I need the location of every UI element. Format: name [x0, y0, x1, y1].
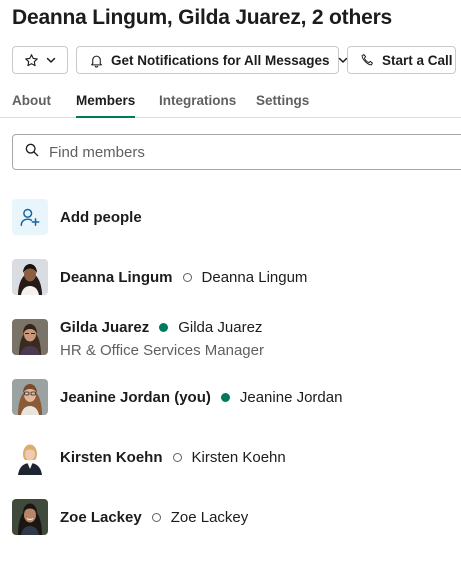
- add-person-icon: [12, 199, 48, 235]
- member-row[interactable]: Kirsten Koehn Kirsten Koehn: [12, 439, 286, 475]
- member-name: Gilda Juarez: [60, 319, 150, 336]
- avatar[interactable]: [12, 499, 48, 535]
- star-button[interactable]: [12, 46, 68, 74]
- member-info: Gilda Juarez Gilda Juarez HR & Office Se…: [60, 319, 264, 359]
- member-display-name: Deanna Lingum: [201, 268, 308, 286]
- member-info: Kirsten Koehn Kirsten Koehn: [60, 439, 286, 475]
- avatar[interactable]: [12, 379, 48, 415]
- phone-icon: [360, 53, 374, 67]
- avatar[interactable]: [12, 439, 48, 475]
- presence-away-icon: [172, 452, 182, 462]
- add-people-button[interactable]: Add people: [12, 199, 142, 235]
- member-display-name: Jeanine Jordan: [239, 388, 343, 406]
- search-input[interactable]: [49, 143, 429, 161]
- member-name: Kirsten Koehn: [60, 448, 163, 466]
- member-row[interactable]: Deanna Lingum Deanna Lingum: [12, 259, 307, 295]
- start-call-button[interactable]: Start a Call: [347, 46, 456, 74]
- tab-about[interactable]: About: [12, 93, 51, 108]
- member-row[interactable]: Jeanine Jordan (you) Jeanine Jordan: [12, 379, 342, 415]
- member-name: Jeanine Jordan (you): [60, 388, 211, 406]
- member-name: Deanna Lingum: [60, 268, 173, 286]
- avatar[interactable]: [12, 259, 48, 295]
- tab-bar: About Members Integrations Settings: [0, 86, 461, 118]
- member-name: Zoe Lackey: [60, 508, 142, 526]
- chevron-down-icon: [46, 55, 56, 65]
- notifications-label: Get Notifications for All Messages: [111, 52, 330, 68]
- bell-icon: [89, 53, 104, 68]
- member-title: HR & Office Services Manager: [60, 342, 264, 359]
- member-search[interactable]: [12, 134, 461, 170]
- search-icon: [24, 142, 40, 163]
- member-row[interactable]: Zoe Lackey Zoe Lackey: [12, 499, 248, 535]
- tab-settings[interactable]: Settings: [256, 93, 309, 108]
- add-people-label: Add people: [60, 208, 142, 226]
- member-info: Deanna Lingum Deanna Lingum: [60, 259, 307, 295]
- notifications-button[interactable]: Get Notifications for All Messages: [76, 46, 347, 74]
- presence-away-icon: [151, 512, 161, 522]
- member-info: Jeanine Jordan (you) Jeanine Jordan: [60, 379, 342, 415]
- member-display-name: Zoe Lackey: [170, 508, 249, 526]
- presence-away-icon: [182, 272, 192, 282]
- tab-integrations[interactable]: Integrations: [159, 93, 236, 108]
- tab-members[interactable]: Members: [76, 93, 136, 118]
- member-info: Zoe Lackey Zoe Lackey: [60, 499, 248, 535]
- member-display-name: Gilda Juarez: [178, 319, 263, 336]
- member-display-name: Kirsten Koehn: [191, 448, 286, 466]
- avatar[interactable]: [12, 319, 48, 355]
- start-call-label: Start a Call: [382, 52, 453, 68]
- channel-title: Deanna Lingum, Gilda Juarez, 2 others: [12, 6, 393, 29]
- presence-active-icon: [159, 323, 169, 332]
- presence-active-icon: [220, 392, 230, 402]
- member-row[interactable]: Gilda Juarez Gilda Juarez HR & Office Se…: [12, 319, 264, 359]
- star-icon: [24, 53, 39, 68]
